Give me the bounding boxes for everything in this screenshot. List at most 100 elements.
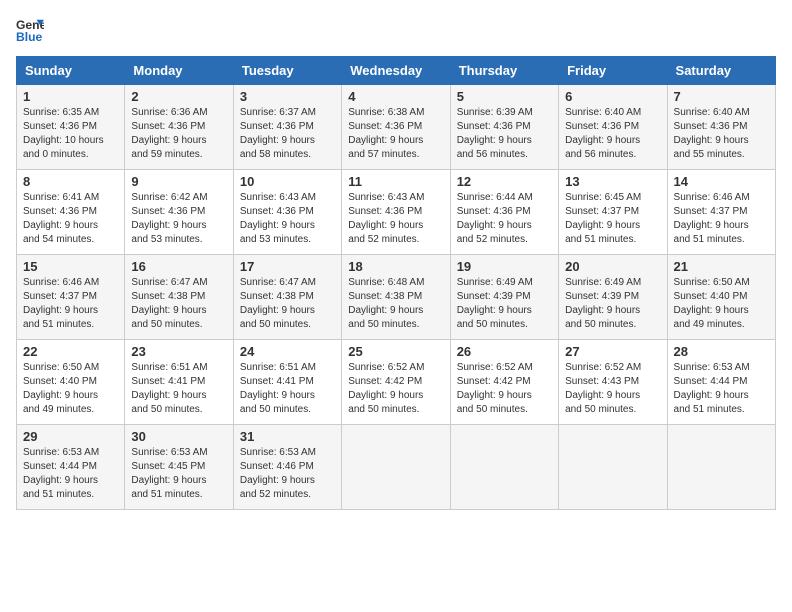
- calendar-cell: 6 Sunrise: 6:40 AMSunset: 4:36 PMDayligh…: [559, 85, 667, 170]
- calendar-cell: 22 Sunrise: 6:50 AMSunset: 4:40 PMDaylig…: [17, 340, 125, 425]
- calendar-week-row: 29 Sunrise: 6:53 AMSunset: 4:44 PMDaylig…: [17, 425, 776, 510]
- calendar-cell: 21 Sunrise: 6:50 AMSunset: 4:40 PMDaylig…: [667, 255, 775, 340]
- day-info: Sunrise: 6:37 AMSunset: 4:36 PMDaylight:…: [240, 106, 335, 162]
- calendar-cell: 20 Sunrise: 6:49 AMSunset: 4:39 PMDaylig…: [559, 255, 667, 340]
- calendar-cell: 26 Sunrise: 6:52 AMSunset: 4:42 PMDaylig…: [450, 340, 558, 425]
- weekday-header: Sunday: [17, 57, 125, 85]
- day-info: Sunrise: 6:52 AMSunset: 4:43 PMDaylight:…: [565, 361, 660, 417]
- weekday-header: Tuesday: [233, 57, 341, 85]
- day-number: 2: [131, 89, 226, 104]
- day-info: Sunrise: 6:53 AMSunset: 4:46 PMDaylight:…: [240, 446, 335, 502]
- day-info: Sunrise: 6:40 AMSunset: 4:36 PMDaylight:…: [674, 106, 769, 162]
- calendar-cell: 18 Sunrise: 6:48 AMSunset: 4:38 PMDaylig…: [342, 255, 450, 340]
- day-info: Sunrise: 6:52 AMSunset: 4:42 PMDaylight:…: [348, 361, 443, 417]
- calendar-cell: [667, 425, 775, 510]
- calendar-cell: 27 Sunrise: 6:52 AMSunset: 4:43 PMDaylig…: [559, 340, 667, 425]
- calendar-table: SundayMondayTuesdayWednesdayThursdayFrid…: [16, 56, 776, 510]
- calendar-week-row: 8 Sunrise: 6:41 AMSunset: 4:36 PMDayligh…: [17, 170, 776, 255]
- weekday-header: Saturday: [667, 57, 775, 85]
- calendar-cell: 16 Sunrise: 6:47 AMSunset: 4:38 PMDaylig…: [125, 255, 233, 340]
- day-info: Sunrise: 6:46 AMSunset: 4:37 PMDaylight:…: [23, 276, 118, 332]
- day-info: Sunrise: 6:52 AMSunset: 4:42 PMDaylight:…: [457, 361, 552, 417]
- calendar-cell: [450, 425, 558, 510]
- day-number: 19: [457, 259, 552, 274]
- day-info: Sunrise: 6:38 AMSunset: 4:36 PMDaylight:…: [348, 106, 443, 162]
- calendar-cell: 30 Sunrise: 6:53 AMSunset: 4:45 PMDaylig…: [125, 425, 233, 510]
- calendar-cell: 2 Sunrise: 6:36 AMSunset: 4:36 PMDayligh…: [125, 85, 233, 170]
- day-info: Sunrise: 6:47 AMSunset: 4:38 PMDaylight:…: [131, 276, 226, 332]
- day-info: Sunrise: 6:44 AMSunset: 4:36 PMDaylight:…: [457, 191, 552, 247]
- weekday-header: Friday: [559, 57, 667, 85]
- day-info: Sunrise: 6:47 AMSunset: 4:38 PMDaylight:…: [240, 276, 335, 332]
- day-number: 14: [674, 174, 769, 189]
- calendar-cell: 8 Sunrise: 6:41 AMSunset: 4:36 PMDayligh…: [17, 170, 125, 255]
- logo: General Blue: [16, 16, 44, 44]
- day-number: 13: [565, 174, 660, 189]
- day-info: Sunrise: 6:49 AMSunset: 4:39 PMDaylight:…: [565, 276, 660, 332]
- day-number: 25: [348, 344, 443, 359]
- day-info: Sunrise: 6:49 AMSunset: 4:39 PMDaylight:…: [457, 276, 552, 332]
- calendar-cell: 28 Sunrise: 6:53 AMSunset: 4:44 PMDaylig…: [667, 340, 775, 425]
- weekday-header: Wednesday: [342, 57, 450, 85]
- calendar-cell: 5 Sunrise: 6:39 AMSunset: 4:36 PMDayligh…: [450, 85, 558, 170]
- day-number: 21: [674, 259, 769, 274]
- calendar-cell: 12 Sunrise: 6:44 AMSunset: 4:36 PMDaylig…: [450, 170, 558, 255]
- calendar-cell: 13 Sunrise: 6:45 AMSunset: 4:37 PMDaylig…: [559, 170, 667, 255]
- day-number: 17: [240, 259, 335, 274]
- day-number: 4: [348, 89, 443, 104]
- day-number: 23: [131, 344, 226, 359]
- calendar-cell: 4 Sunrise: 6:38 AMSunset: 4:36 PMDayligh…: [342, 85, 450, 170]
- calendar-cell: 29 Sunrise: 6:53 AMSunset: 4:44 PMDaylig…: [17, 425, 125, 510]
- calendar-week-row: 1 Sunrise: 6:35 AMSunset: 4:36 PMDayligh…: [17, 85, 776, 170]
- day-number: 15: [23, 259, 118, 274]
- weekday-header: Monday: [125, 57, 233, 85]
- day-number: 26: [457, 344, 552, 359]
- calendar-cell: 7 Sunrise: 6:40 AMSunset: 4:36 PMDayligh…: [667, 85, 775, 170]
- day-number: 29: [23, 429, 118, 444]
- day-info: Sunrise: 6:50 AMSunset: 4:40 PMDaylight:…: [23, 361, 118, 417]
- day-info: Sunrise: 6:53 AMSunset: 4:44 PMDaylight:…: [674, 361, 769, 417]
- calendar-cell: 3 Sunrise: 6:37 AMSunset: 4:36 PMDayligh…: [233, 85, 341, 170]
- day-number: 11: [348, 174, 443, 189]
- day-info: Sunrise: 6:43 AMSunset: 4:36 PMDaylight:…: [240, 191, 335, 247]
- calendar-cell: 10 Sunrise: 6:43 AMSunset: 4:36 PMDaylig…: [233, 170, 341, 255]
- day-info: Sunrise: 6:48 AMSunset: 4:38 PMDaylight:…: [348, 276, 443, 332]
- calendar-cell: 11 Sunrise: 6:43 AMSunset: 4:36 PMDaylig…: [342, 170, 450, 255]
- calendar-cell: 19 Sunrise: 6:49 AMSunset: 4:39 PMDaylig…: [450, 255, 558, 340]
- day-number: 31: [240, 429, 335, 444]
- day-info: Sunrise: 6:50 AMSunset: 4:40 PMDaylight:…: [674, 276, 769, 332]
- calendar-cell: 14 Sunrise: 6:46 AMSunset: 4:37 PMDaylig…: [667, 170, 775, 255]
- calendar-cell: 31 Sunrise: 6:53 AMSunset: 4:46 PMDaylig…: [233, 425, 341, 510]
- day-number: 28: [674, 344, 769, 359]
- day-info: Sunrise: 6:40 AMSunset: 4:36 PMDaylight:…: [565, 106, 660, 162]
- day-info: Sunrise: 6:51 AMSunset: 4:41 PMDaylight:…: [131, 361, 226, 417]
- day-info: Sunrise: 6:53 AMSunset: 4:44 PMDaylight:…: [23, 446, 118, 502]
- calendar-cell: 1 Sunrise: 6:35 AMSunset: 4:36 PMDayligh…: [17, 85, 125, 170]
- calendar-week-row: 15 Sunrise: 6:46 AMSunset: 4:37 PMDaylig…: [17, 255, 776, 340]
- day-number: 20: [565, 259, 660, 274]
- day-number: 9: [131, 174, 226, 189]
- day-number: 3: [240, 89, 335, 104]
- day-number: 7: [674, 89, 769, 104]
- calendar-cell: 23 Sunrise: 6:51 AMSunset: 4:41 PMDaylig…: [125, 340, 233, 425]
- day-info: Sunrise: 6:39 AMSunset: 4:36 PMDaylight:…: [457, 106, 552, 162]
- logo-icon: General Blue: [16, 16, 44, 44]
- calendar-cell: 25 Sunrise: 6:52 AMSunset: 4:42 PMDaylig…: [342, 340, 450, 425]
- day-number: 24: [240, 344, 335, 359]
- day-number: 27: [565, 344, 660, 359]
- day-info: Sunrise: 6:51 AMSunset: 4:41 PMDaylight:…: [240, 361, 335, 417]
- calendar-cell: 24 Sunrise: 6:51 AMSunset: 4:41 PMDaylig…: [233, 340, 341, 425]
- calendar-header: SundayMondayTuesdayWednesdayThursdayFrid…: [17, 57, 776, 85]
- calendar-cell: 17 Sunrise: 6:47 AMSunset: 4:38 PMDaylig…: [233, 255, 341, 340]
- day-number: 12: [457, 174, 552, 189]
- day-info: Sunrise: 6:46 AMSunset: 4:37 PMDaylight:…: [674, 191, 769, 247]
- day-info: Sunrise: 6:36 AMSunset: 4:36 PMDaylight:…: [131, 106, 226, 162]
- calendar-cell: [559, 425, 667, 510]
- day-number: 22: [23, 344, 118, 359]
- day-number: 10: [240, 174, 335, 189]
- calendar-cell: 15 Sunrise: 6:46 AMSunset: 4:37 PMDaylig…: [17, 255, 125, 340]
- day-info: Sunrise: 6:41 AMSunset: 4:36 PMDaylight:…: [23, 191, 118, 247]
- day-number: 5: [457, 89, 552, 104]
- day-number: 18: [348, 259, 443, 274]
- day-info: Sunrise: 6:43 AMSunset: 4:36 PMDaylight:…: [348, 191, 443, 247]
